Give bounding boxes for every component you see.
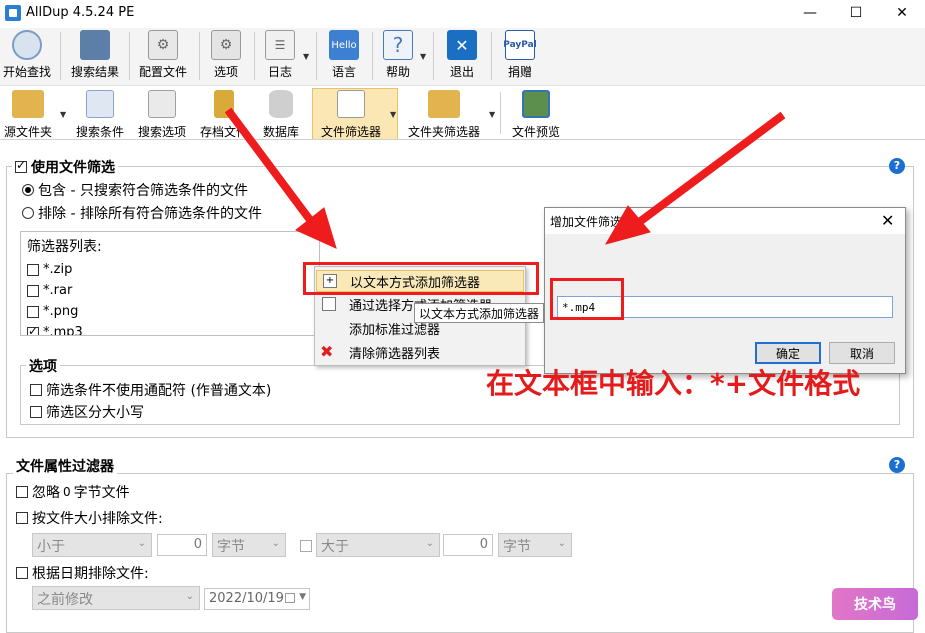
chevron-down-icon: ▼ xyxy=(299,592,306,602)
arrow-head xyxy=(604,205,651,245)
size-unit-select-2[interactable]: 字节 ⌄ xyxy=(498,533,572,557)
size-second-checkbox[interactable] xyxy=(300,540,312,552)
size-input-1[interactable]: 0 xyxy=(157,534,207,556)
watermark-logo: 技术鸟 xyxy=(832,588,918,620)
size-exclude-checkbox[interactable]: 按文件大小排除文件: xyxy=(16,508,163,528)
date-mode-select[interactable]: 之前修改 ⌄ xyxy=(32,586,200,610)
size-compare-select-2[interactable]: 大于 ⌄ xyxy=(316,533,440,557)
attribute-filter-title: 文件属性过滤器 xyxy=(13,456,117,476)
chevron-down-icon: ⌄ xyxy=(137,538,146,549)
date-exclude-checkbox[interactable]: 根据日期排除文件: xyxy=(16,563,149,583)
chevron-down-icon: ⌄ xyxy=(185,591,194,602)
chevron-down-icon: ⌄ xyxy=(425,538,434,549)
checkbox-icon xyxy=(16,567,28,579)
arrow-shaft xyxy=(224,107,320,231)
calendar-icon[interactable] xyxy=(285,593,295,603)
attribute-filter-help-icon[interactable]: ? xyxy=(889,457,905,473)
size-compare-select-1[interactable]: 小于 ⌄ xyxy=(32,533,152,557)
ignore-zero-byte-checkbox[interactable]: 忽略 0 字节文件 xyxy=(16,482,130,502)
chevron-down-icon: ⌄ xyxy=(557,538,566,549)
checkbox-icon xyxy=(16,486,28,498)
date-picker[interactable]: 2022/10/19 ▼ xyxy=(204,588,310,610)
checkbox-icon xyxy=(16,512,28,524)
arrow-shaft xyxy=(631,111,786,230)
size-unit-select-1[interactable]: 字节 ⌄ xyxy=(212,533,286,557)
size-input-2[interactable]: 0 xyxy=(443,534,493,556)
chevron-down-icon: ⌄ xyxy=(271,538,280,549)
annotation-caption: 在文本框中输入：*+文件格式 xyxy=(486,367,861,400)
